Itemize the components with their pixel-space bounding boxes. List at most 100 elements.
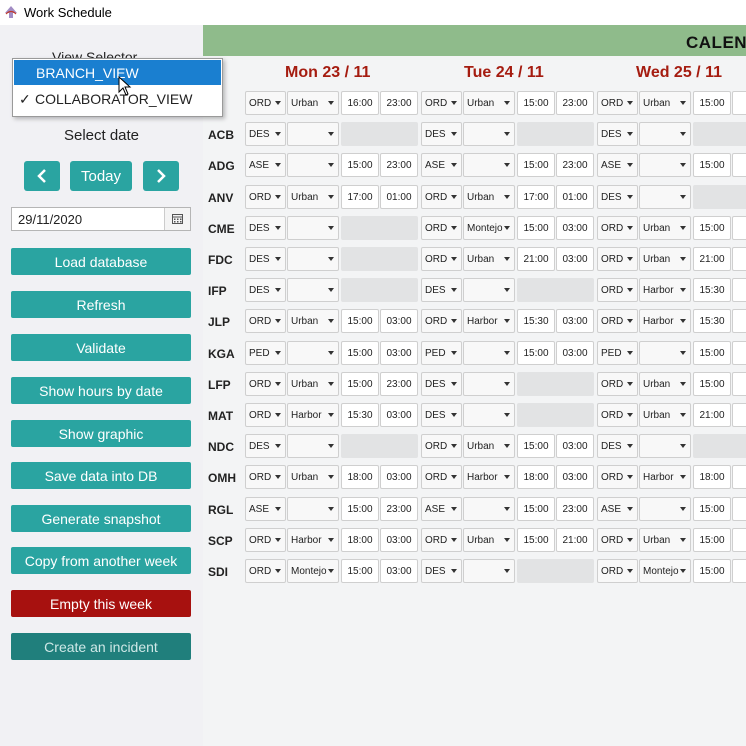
shift-type-select[interactable]: ORD — [597, 403, 638, 427]
start-time-field[interactable]: 15:30 — [517, 309, 555, 333]
location-select[interactable]: Urban — [639, 372, 691, 396]
location-select[interactable] — [287, 216, 339, 240]
end-time-field[interactable]: 03:00 — [556, 434, 594, 458]
shift-type-select[interactable]: ORD — [421, 216, 462, 240]
shift-type-select[interactable]: ASE — [245, 153, 286, 177]
today-button[interactable]: Today — [70, 161, 132, 191]
end-time-field[interactable] — [732, 341, 746, 365]
location-select[interactable]: Harbor — [639, 465, 691, 489]
location-select[interactable] — [639, 434, 691, 458]
end-time-field[interactable]: 03:00 — [380, 465, 418, 489]
shift-type-select[interactable]: DES — [245, 247, 286, 271]
shift-type-select[interactable]: DES — [421, 559, 462, 583]
end-time-field[interactable] — [732, 153, 746, 177]
end-time-field[interactable]: 23:00 — [556, 497, 594, 521]
location-select[interactable] — [287, 278, 339, 302]
location-select[interactable]: Urban — [287, 309, 339, 333]
save-data-button[interactable]: Save data into DB — [11, 462, 191, 489]
shift-type-select[interactable]: ORD — [597, 278, 638, 302]
start-time-field[interactable]: 15:00 — [341, 153, 379, 177]
shift-type-select[interactable]: ORD — [597, 216, 638, 240]
location-select[interactable] — [463, 341, 515, 365]
location-select[interactable] — [287, 122, 339, 146]
shift-type-select[interactable]: DES — [245, 122, 286, 146]
shift-type-select[interactable]: DES — [245, 434, 286, 458]
end-time-field[interactable]: 03:00 — [380, 528, 418, 552]
end-time-field[interactable]: 01:00 — [380, 185, 418, 209]
load-database-button[interactable]: Load database — [11, 248, 191, 275]
start-time-field[interactable]: 16:00 — [341, 91, 379, 115]
start-time-field[interactable]: 15:00 — [517, 434, 555, 458]
end-time-field[interactable]: 23:00 — [380, 497, 418, 521]
location-select[interactable] — [639, 341, 691, 365]
date-input[interactable]: 29/11/2020 — [11, 207, 191, 231]
shift-type-select[interactable]: ORD — [421, 185, 462, 209]
location-select[interactable]: Urban — [463, 185, 515, 209]
location-select[interactable]: Montejo — [463, 216, 515, 240]
location-select[interactable] — [463, 559, 515, 583]
start-time-field[interactable]: 15:00 — [341, 559, 379, 583]
location-select[interactable] — [463, 278, 515, 302]
end-time-field[interactable]: 21:00 — [556, 528, 594, 552]
shift-type-select[interactable]: ORD — [597, 528, 638, 552]
location-select[interactable]: Harbor — [287, 403, 339, 427]
end-time-field[interactable]: 03:00 — [556, 216, 594, 240]
shift-type-select[interactable]: DES — [597, 434, 638, 458]
location-select[interactable]: Urban — [463, 247, 515, 271]
location-select[interactable] — [463, 153, 515, 177]
shift-type-select[interactable]: ORD — [421, 247, 462, 271]
location-select[interactable]: Harbor — [463, 465, 515, 489]
shift-type-select[interactable]: ORD — [421, 91, 462, 115]
location-select[interactable]: Urban — [463, 434, 515, 458]
location-select[interactable] — [287, 434, 339, 458]
start-time-field[interactable]: 18:00 — [693, 465, 731, 489]
location-select[interactable]: Harbor — [639, 309, 691, 333]
location-select[interactable]: Montejo — [287, 559, 339, 583]
location-select[interactable] — [287, 247, 339, 271]
empty-this-week-button[interactable]: Empty this week — [11, 590, 191, 617]
end-time-field[interactable] — [732, 465, 746, 489]
shift-type-select[interactable]: PED — [597, 341, 638, 365]
end-time-field[interactable]: 03:00 — [380, 309, 418, 333]
start-time-field[interactable]: 15:00 — [693, 91, 731, 115]
location-select[interactable]: Urban — [463, 528, 515, 552]
shift-type-select[interactable]: ORD — [245, 403, 286, 427]
start-time-field[interactable]: 17:00 — [341, 185, 379, 209]
end-time-field[interactable]: 23:00 — [556, 91, 594, 115]
location-select[interactable]: Urban — [463, 91, 515, 115]
start-time-field[interactable]: 15:00 — [693, 372, 731, 396]
refresh-button[interactable]: Refresh — [11, 291, 191, 318]
start-time-field[interactable]: 15:00 — [517, 91, 555, 115]
shift-type-select[interactable]: ASE — [597, 497, 638, 521]
shift-type-select[interactable]: ORD — [597, 309, 638, 333]
end-time-field[interactable]: 03:00 — [556, 341, 594, 365]
location-select[interactable]: Urban — [639, 247, 691, 271]
shift-type-select[interactable]: DES — [421, 122, 462, 146]
start-time-field[interactable]: 18:00 — [341, 465, 379, 489]
location-select[interactable]: Urban — [639, 403, 691, 427]
location-select[interactable] — [463, 403, 515, 427]
location-select[interactable] — [287, 153, 339, 177]
start-time-field[interactable]: 15:30 — [693, 309, 731, 333]
shift-type-select[interactable]: DES — [421, 403, 462, 427]
location-select[interactable]: Urban — [287, 465, 339, 489]
start-time-field[interactable]: 15:00 — [693, 559, 731, 583]
copy-from-another-week-button[interactable]: Copy from another week — [11, 547, 191, 574]
start-time-field[interactable]: 15:00 — [693, 497, 731, 521]
start-time-field[interactable]: 15:00 — [693, 341, 731, 365]
shift-type-select[interactable]: DES — [245, 278, 286, 302]
shift-type-select[interactable]: ORD — [597, 559, 638, 583]
location-select[interactable]: Urban — [287, 91, 339, 115]
end-time-field[interactable]: 23:00 — [556, 153, 594, 177]
start-time-field[interactable]: 15:00 — [341, 341, 379, 365]
location-select[interactable] — [463, 497, 515, 521]
shift-type-select[interactable]: DES — [597, 122, 638, 146]
location-select[interactable] — [639, 185, 691, 209]
end-time-field[interactable] — [732, 528, 746, 552]
start-time-field[interactable]: 15:00 — [341, 309, 379, 333]
shift-type-select[interactable]: ORD — [421, 528, 462, 552]
shift-type-select[interactable]: ORD — [597, 372, 638, 396]
start-time-field[interactable]: 15:00 — [517, 216, 555, 240]
start-time-field[interactable]: 15:30 — [693, 278, 731, 302]
start-time-field[interactable]: 15:30 — [341, 403, 379, 427]
